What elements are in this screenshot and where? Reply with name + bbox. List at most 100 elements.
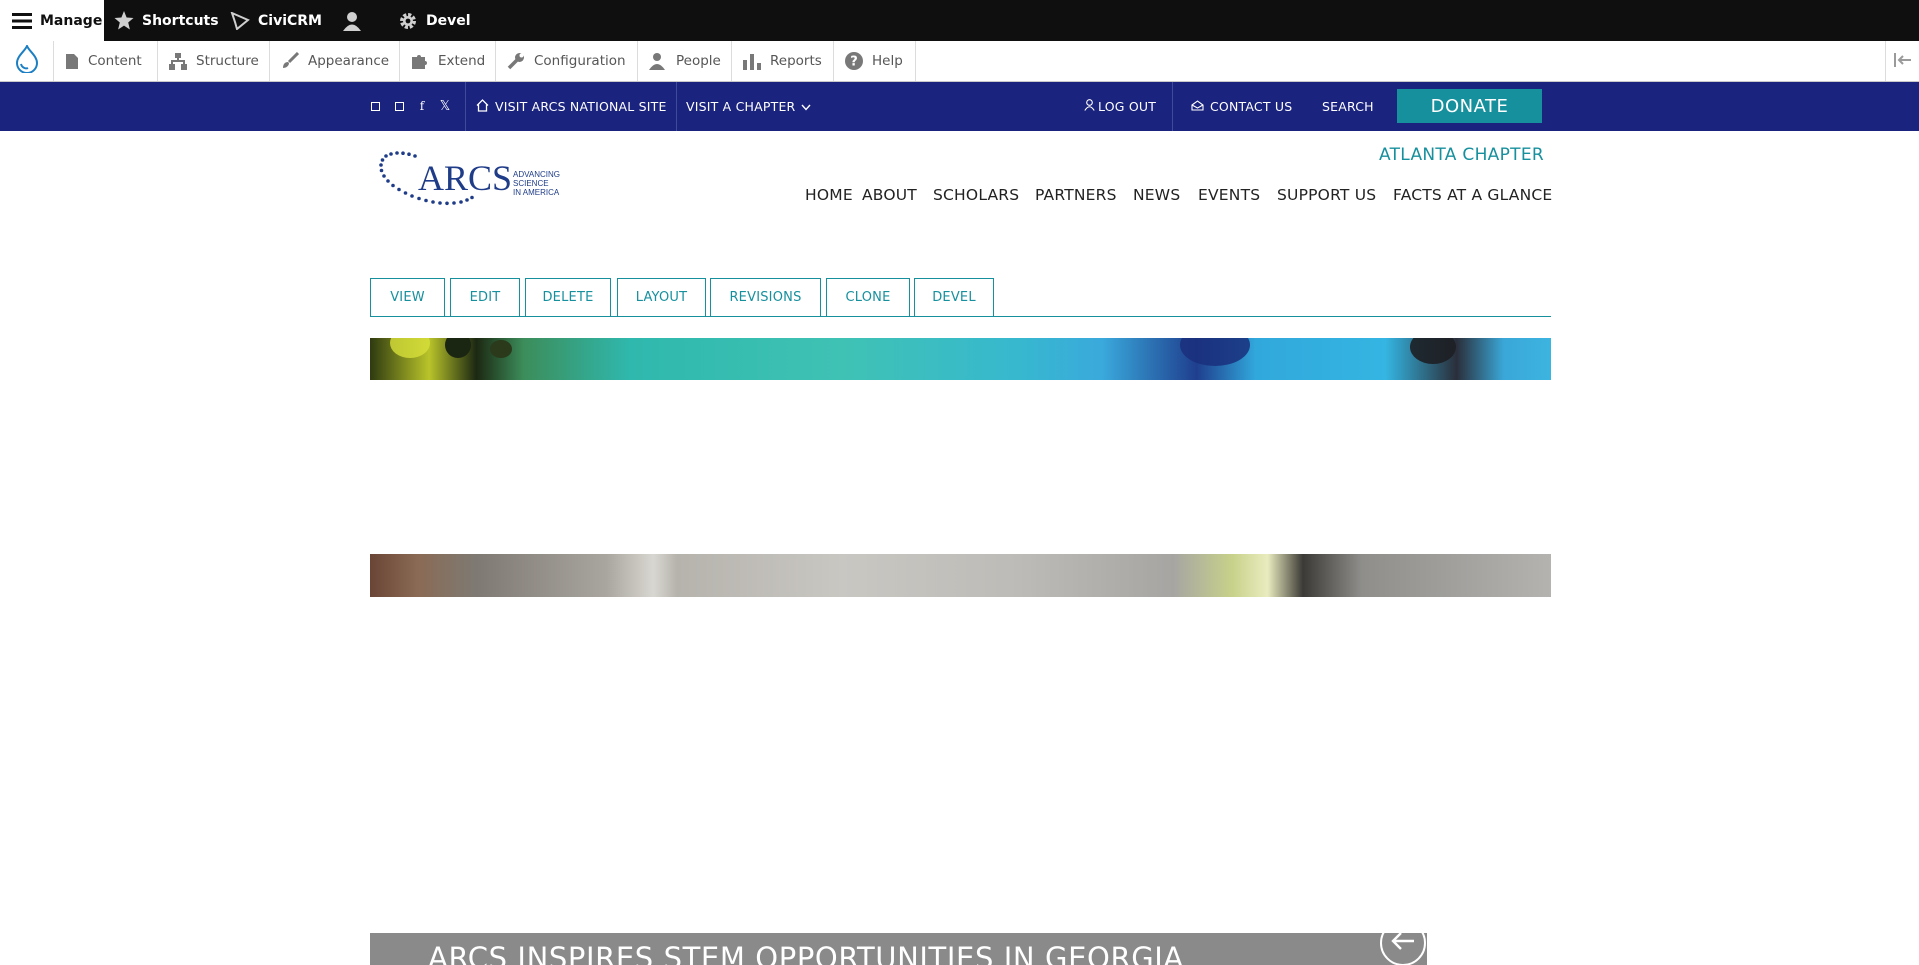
log-out-link[interactable]: LOG OUT [1084,82,1156,131]
tab-revisions[interactable]: REVISIONS [710,278,821,317]
toolbar-tab-user[interactable] [338,0,384,41]
x-twitter-link[interactable]: 𝕏 [438,98,452,114]
file-icon [65,53,79,70]
decorative-blob [490,340,512,358]
toolbar-tab-shortcuts[interactable]: Shortcuts [104,0,228,41]
visit-national-site-link[interactable]: VISIT ARCS NATIONAL SITE [476,82,667,131]
wrench-icon [507,52,525,70]
tray-item-appearance[interactable]: Appearance [270,41,400,81]
tab-devel[interactable]: DEVEL [914,278,994,317]
decorative-blob [1180,338,1250,366]
tab-devel-label: DEVEL [932,290,976,305]
chapter-name[interactable]: ATLANTA CHAPTER [1379,145,1544,165]
nav-about[interactable]: ABOUT [862,186,917,210]
tab-clone[interactable]: CLONE [826,278,910,317]
search-link[interactable]: SEARCH [1322,82,1374,131]
toolbar-tab-devel-label: Devel [426,12,471,29]
tray-orientation-toggle[interactable] [1885,41,1919,81]
tray-item-extend[interactable]: Extend [400,41,496,81]
bar-chart-icon [743,52,761,70]
admin-tray: Content Structure Appearance Extend Conf… [0,41,1919,82]
social-link-1[interactable] [368,99,382,113]
paint-brush-icon [281,52,299,70]
envelope-open-icon [1191,99,1204,114]
toolbar-tab-civicrm[interactable]: CiviCRM [228,0,338,41]
chevron-down-icon [801,99,811,114]
tray-item-help[interactable]: ? Help [834,41,916,81]
tray-item-people[interactable]: People [638,41,732,81]
nav-events[interactable]: EVENTS [1198,186,1260,210]
people-icon [649,52,667,70]
visit-chapter-dropdown[interactable]: VISIT A CHAPTER [686,82,811,131]
tab-delete-label: DELETE [542,290,594,305]
utility-divider [1172,82,1173,131]
utility-divider [676,82,677,131]
slide-image-bottom [370,554,1551,597]
user-outline-icon [1084,99,1095,114]
nav-scholars[interactable]: SCHOLARS [933,186,1019,210]
tray-item-configuration-label: Configuration [534,53,626,69]
visit-national-site-label: VISIT ARCS NATIONAL SITE [495,99,667,114]
tray-item-people-label: People [676,53,721,69]
tab-layout-label: LAYOUT [635,290,688,305]
logo-tagline-3: IN AMERICA [513,188,560,197]
civicrm-icon [230,11,250,30]
home-icon [476,98,489,115]
tray-item-content[interactable]: Content [54,41,158,81]
tray-item-reports[interactable]: Reports [732,41,834,81]
logo-tagline-2: SCIENCE [513,179,549,188]
admin-toolbar: Manage Shortcuts CiviCRM Devel [0,0,1919,41]
decorative-blob [390,338,430,358]
tab-view-label: VIEW [390,290,425,305]
tray-item-structure-label: Structure [196,53,259,69]
star-icon [114,11,134,30]
toolbar-tab-manage-label: Manage [40,12,103,29]
tray-item-configuration[interactable]: Configuration [496,41,638,81]
tab-clone-label: CLONE [845,290,891,305]
arrow-left-icon [1390,931,1416,955]
tray-item-extend-label: Extend [438,53,486,69]
tab-delete[interactable]: DELETE [525,278,611,317]
square-icon [394,101,404,111]
tab-view[interactable]: VIEW [370,278,445,317]
square-icon [370,101,380,111]
facebook-link[interactable]: f [415,99,429,113]
tray-item-reports-label: Reports [770,53,822,69]
donate-label: DONATE [1430,95,1509,117]
nav-news[interactable]: NEWS [1133,186,1180,210]
drupal-drop-icon [15,43,38,77]
slide-prev-button[interactable] [1380,920,1426,965]
collapse-left-icon [1893,52,1912,71]
tray-item-content-label: Content [88,53,142,69]
tray-item-structure[interactable]: Structure [158,41,270,81]
toolbar-tab-devel[interactable]: Devel [384,0,474,41]
x-twitter-icon: 𝕏 [439,98,451,114]
toolbar-tab-manage[interactable]: Manage [0,0,104,41]
slide-image-top [370,338,1551,380]
help-icon: ? [845,52,863,70]
decorative-blob [445,338,471,358]
puzzle-icon [411,52,429,70]
drupal-home-link[interactable] [0,41,54,81]
nav-support-us[interactable]: SUPPORT US [1277,186,1376,210]
tab-revisions-label: REVISIONS [729,290,802,305]
tab-edit[interactable]: EDIT [450,278,520,317]
arcs-logo-graphic: ARCS ADVANCING SCIENCE IN AMERICA [379,151,560,206]
sitemap-icon [169,52,187,70]
nav-home[interactable]: HOME [805,186,853,210]
hamburger-menu-icon [12,12,32,29]
toolbar-tab-shortcuts-label: Shortcuts [142,12,219,29]
donate-button[interactable]: DONATE [1397,89,1542,123]
utility-divider [465,82,466,131]
arcs-logo[interactable]: ARCS ADVANCING SCIENCE IN AMERICA [378,150,574,216]
slide-caption: ARCS INSPIRES STEM OPPORTUNITIES IN GEOR… [370,933,1427,965]
nav-partners[interactable]: PARTNERS [1035,186,1117,210]
contact-us-link[interactable]: CONTACT US [1191,82,1292,131]
tab-layout[interactable]: LAYOUT [617,278,706,317]
logo-wordmark: ARCS [418,158,512,198]
tray-item-help-label: Help [872,53,903,69]
nav-facts-at-a-glance[interactable]: FACTS AT A GLANCE [1393,186,1552,210]
social-link-2[interactable] [392,99,406,113]
search-label: SEARCH [1322,99,1374,114]
utility-nav: f 𝕏 VISIT ARCS NATIONAL SITE VISIT A CHA… [0,82,1919,131]
